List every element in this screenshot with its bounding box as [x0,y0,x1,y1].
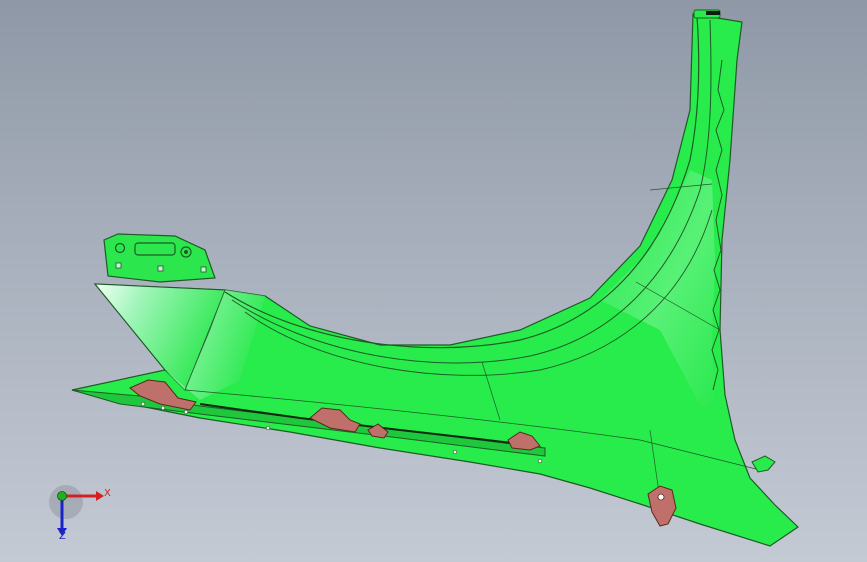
z-axis-label: Z [59,531,66,542]
fender-model[interactable] [0,0,867,562]
rear-bracket[interactable] [647,485,677,527]
x-axis-label: X [104,488,111,499]
mounting-bracket[interactable] [103,233,216,283]
triad-shadow [49,485,83,519]
rear-clip-tab [751,455,776,473]
orientation-triad[interactable]: X Z [44,484,111,544]
y-axis-dot [57,491,67,501]
cad-viewport[interactable]: X Z [0,0,867,562]
